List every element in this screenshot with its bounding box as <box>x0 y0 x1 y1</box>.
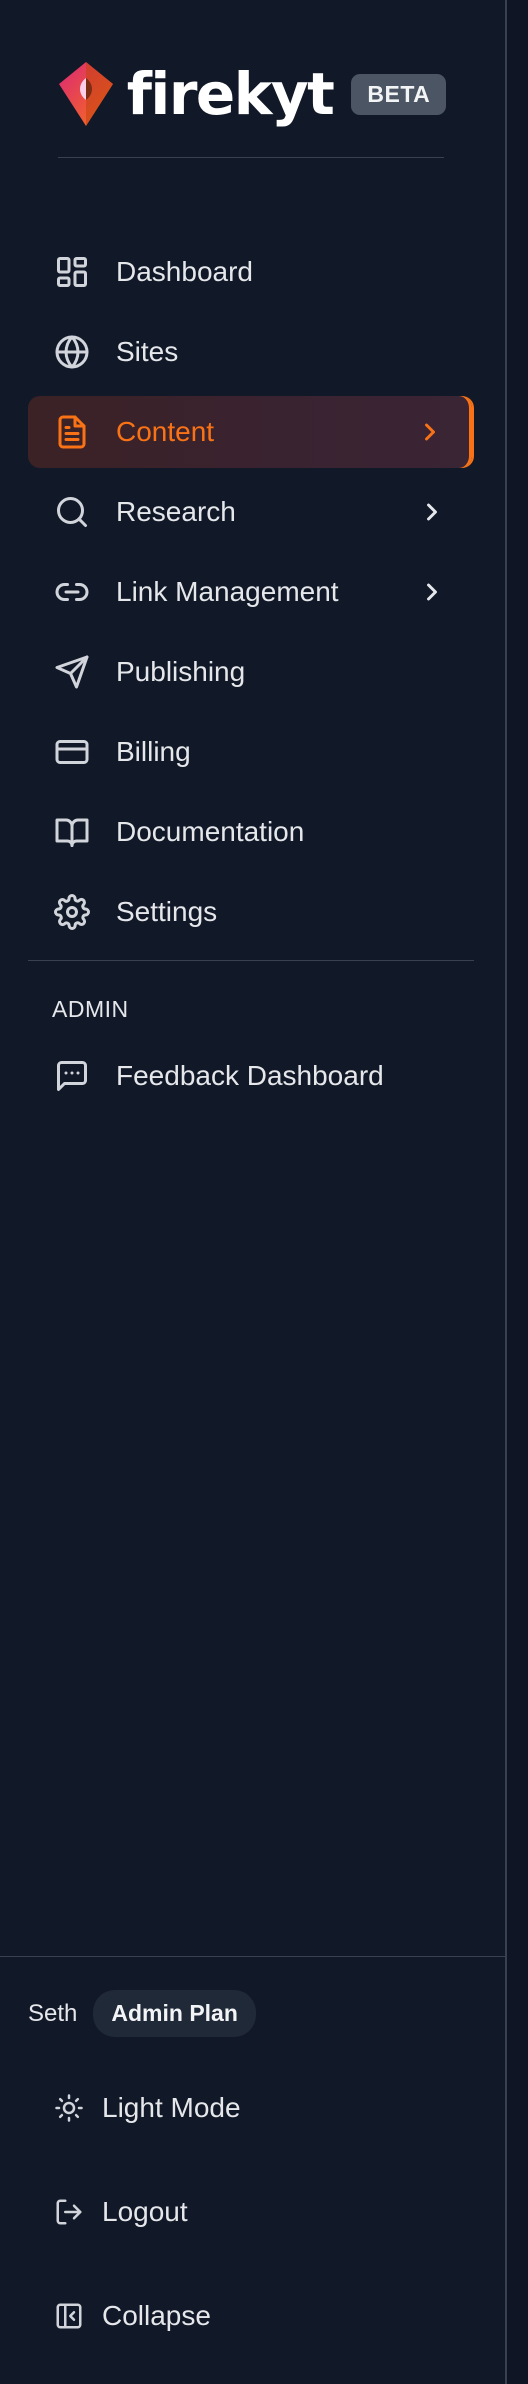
footer-actions: Light Mode Logout Collapse <box>28 2056 474 2368</box>
sidebar-item-label: Feedback Dashboard <box>116 1060 384 1091</box>
sidebar-item-label: Publishing <box>116 656 246 687</box>
logout-button[interactable]: Logout <box>28 2160 474 2264</box>
sidebar-item-sites[interactable]: Sites <box>28 316 474 388</box>
dashboard-icon <box>52 252 92 292</box>
sun-icon <box>52 2091 86 2125</box>
sidebar-item-publishing[interactable]: Publishing <box>28 636 474 708</box>
admin-nav: Feedback Dashboard <box>28 1040 474 1120</box>
beta-badge: BETA <box>351 73 447 115</box>
sidebar-item-label: Sites <box>116 336 179 367</box>
send-icon <box>52 652 92 692</box>
sidebar-item-label: Dashboard <box>116 256 253 287</box>
sidebar-item-label: Content <box>116 416 215 447</box>
sidebar-item-dashboard[interactable]: Dashboard <box>28 236 474 308</box>
gear-icon <box>52 892 92 932</box>
brand-name: firekyt <box>126 60 335 128</box>
sidebar-item-label: Link Management <box>116 576 339 607</box>
sidebar-item-feedback-dashboard[interactable]: Feedback Dashboard <box>28 1040 474 1112</box>
logo-divider <box>58 157 444 158</box>
collapse-panel-icon <box>52 2299 86 2333</box>
plan-badge: Admin Plan <box>93 1990 256 2037</box>
search-icon <box>52 492 92 532</box>
logout-label: Logout <box>102 2196 188 2227</box>
sidebar-item-documentation[interactable]: Documentation <box>28 796 474 868</box>
book-icon <box>52 812 92 852</box>
sidebar-item-billing[interactable]: Billing <box>28 716 474 788</box>
sidebar-item-research[interactable]: Research <box>28 476 474 548</box>
admin-section-label: ADMIN <box>52 996 129 1022</box>
document-icon <box>52 412 92 452</box>
sidebar-item-link-management[interactable]: Link Management <box>28 556 474 628</box>
main-nav: Dashboard Sites Content Research Link Ma… <box>28 236 474 956</box>
user-name: Seth <box>28 1999 78 2027</box>
footer-divider <box>0 1956 505 1957</box>
sidebar-item-settings[interactable]: Settings <box>28 876 474 948</box>
chevron-right-icon[interactable] <box>418 498 446 526</box>
credit-card-icon <box>52 732 92 772</box>
link-icon <box>52 572 92 612</box>
nav-divider <box>28 960 474 961</box>
logout-icon <box>52 2195 86 2229</box>
collapse-button[interactable]: Collapse <box>28 2264 474 2368</box>
message-square-icon <box>52 1056 92 1096</box>
brand-logo[interactable]: firekyt BETA <box>0 60 505 128</box>
user-info: Seth Admin Plan <box>28 1990 256 2037</box>
chevron-right-icon[interactable] <box>416 418 444 446</box>
sidebar-item-label: Billing <box>116 736 191 767</box>
sidebar-item-label: Documentation <box>116 816 305 847</box>
chevron-right-icon[interactable] <box>418 578 446 606</box>
page-background <box>507 0 528 2384</box>
light-mode-button[interactable]: Light Mode <box>28 2056 474 2160</box>
sidebar: firekyt BETA Dashboard Sites Content Res… <box>0 0 505 2384</box>
sidebar-item-label: Research <box>116 496 236 527</box>
globe-icon <box>52 332 92 372</box>
light-mode-label: Light Mode <box>102 2092 241 2123</box>
collapse-label: Collapse <box>102 2300 211 2331</box>
sidebar-item-label: Settings <box>116 896 218 927</box>
firekyt-logo-icon <box>58 62 113 126</box>
sidebar-item-content[interactable]: Content <box>28 396 474 468</box>
